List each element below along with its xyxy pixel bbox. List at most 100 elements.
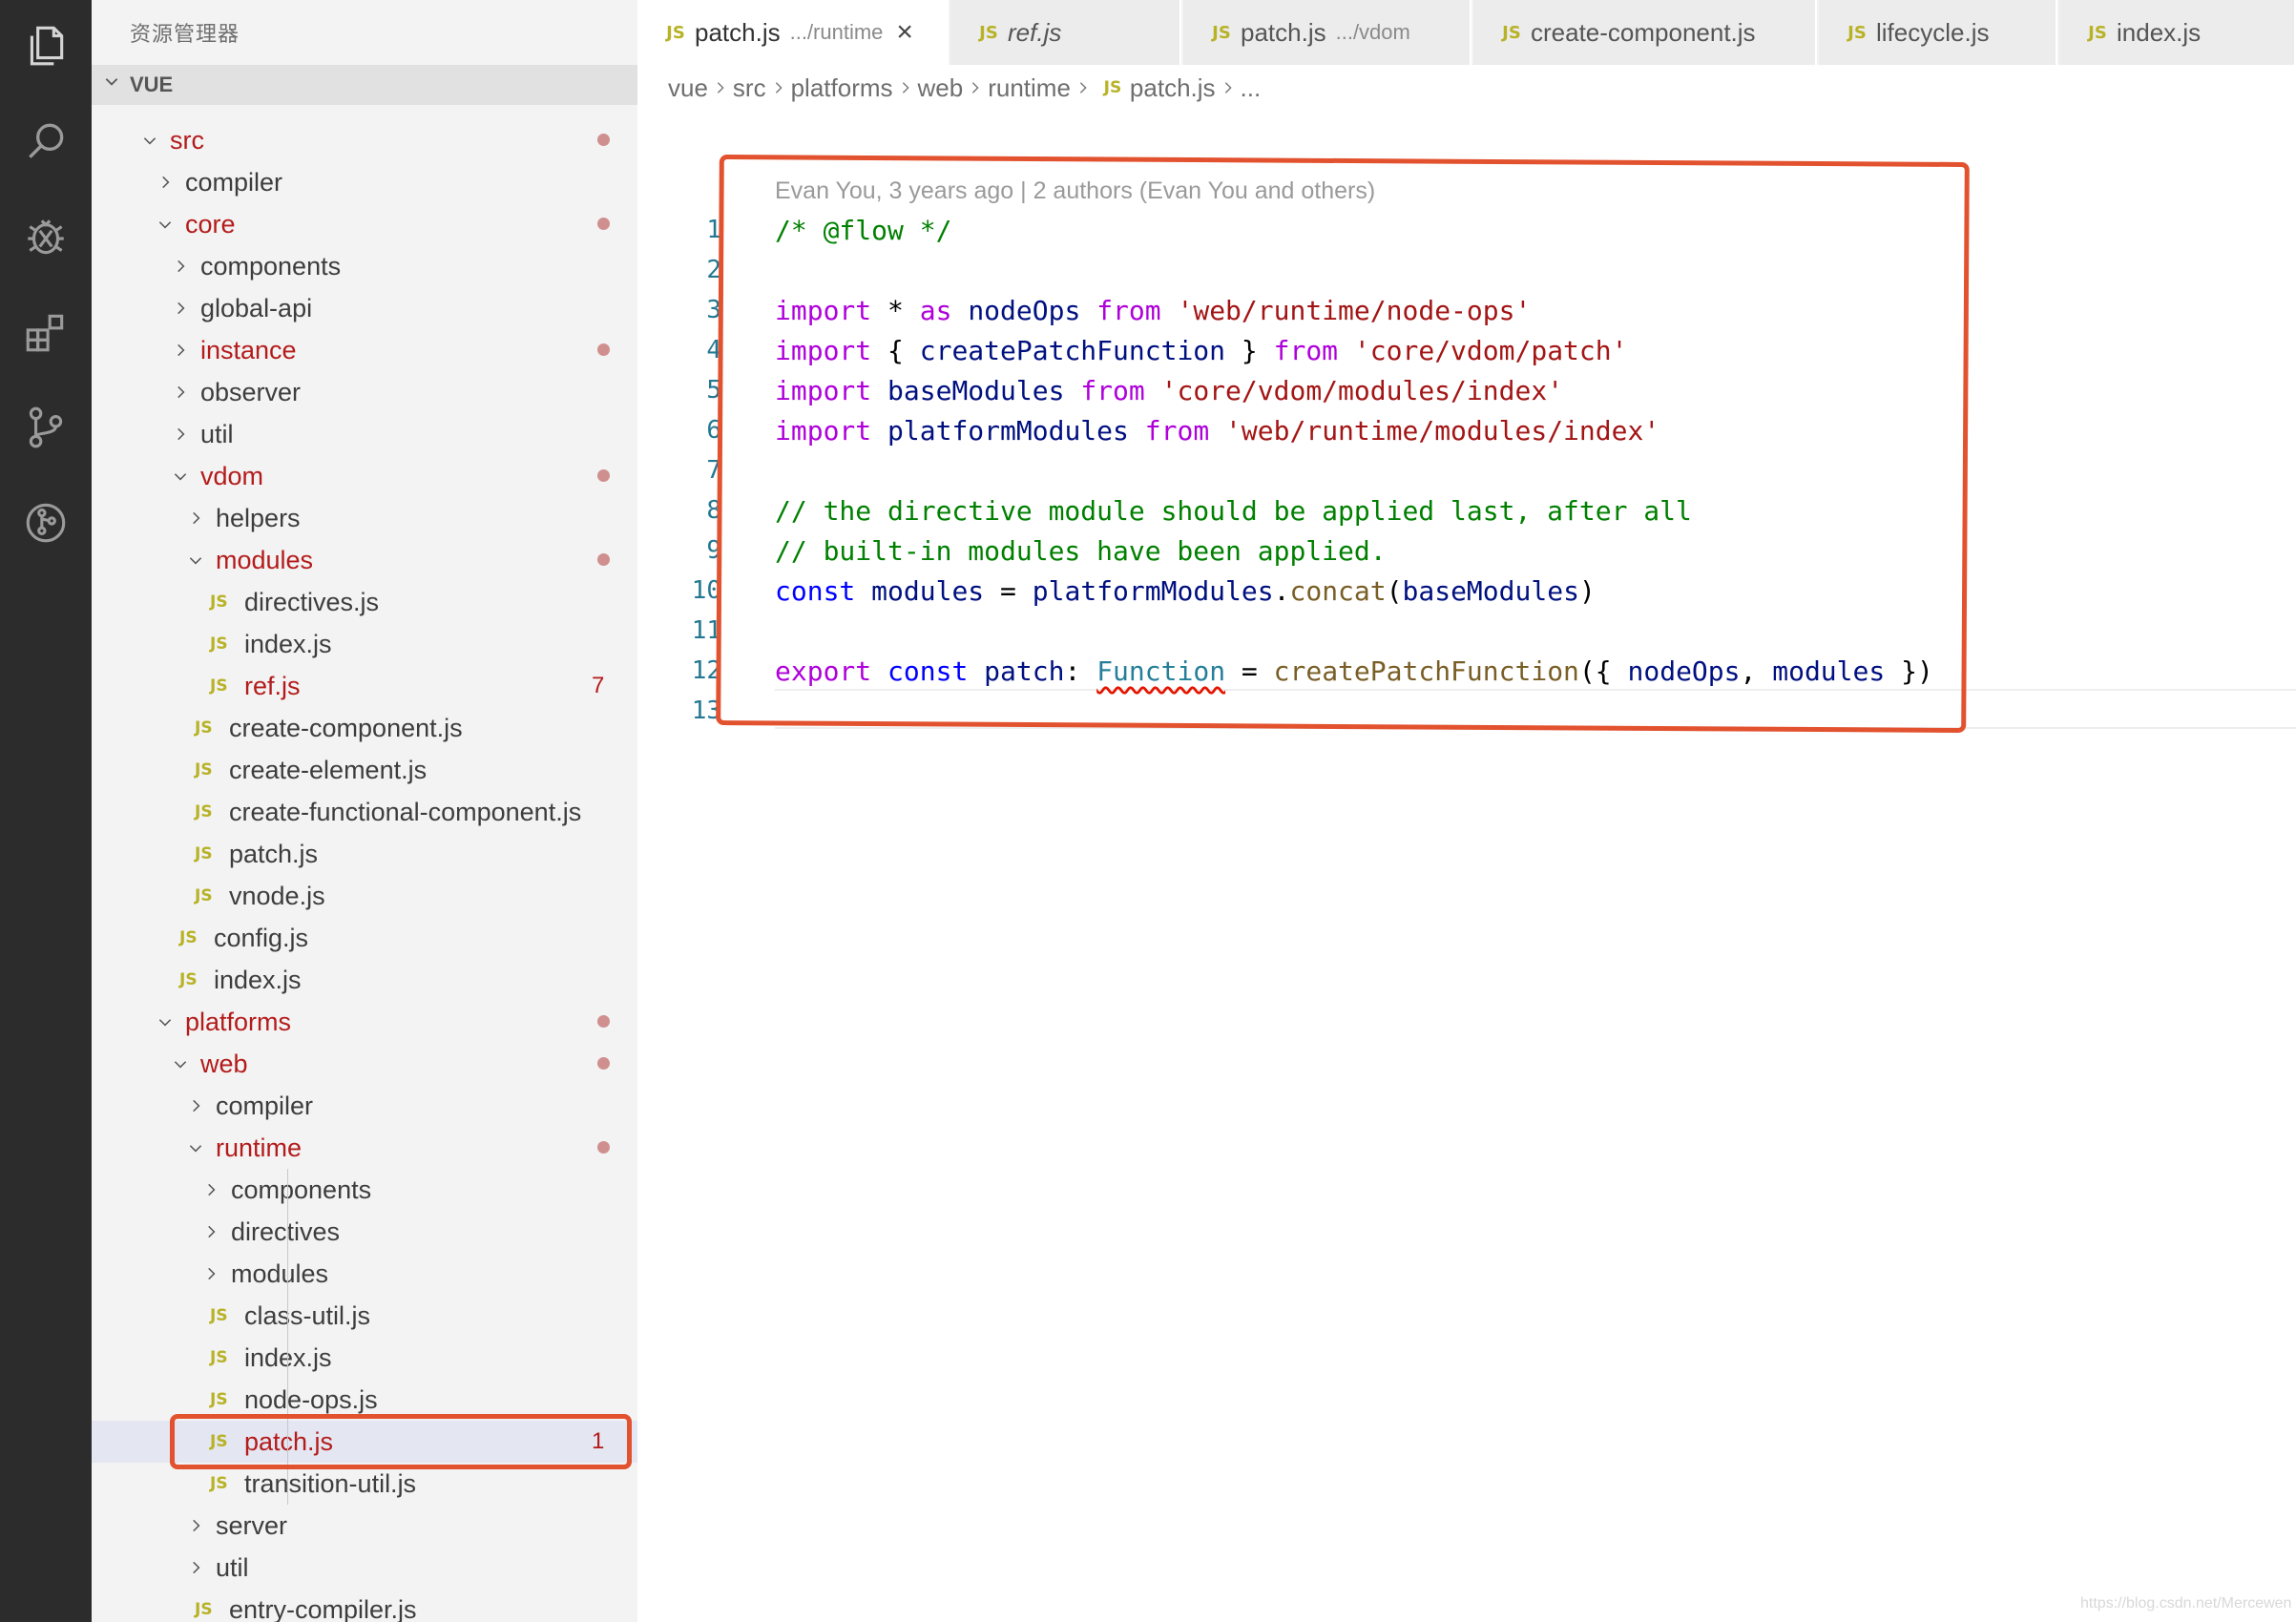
tab-label: ref.js: [1008, 17, 1062, 47]
tree-folder[interactable]: runtime: [92, 1127, 637, 1169]
tree-folder[interactable]: helpers: [92, 497, 637, 539]
tree-folder[interactable]: web: [92, 1043, 637, 1085]
sidebar-title: 资源管理器: [130, 22, 240, 46]
tree-folder[interactable]: components: [92, 1169, 637, 1211]
tree-item-clipped[interactable]: scripts: [92, 105, 637, 116]
breadcrumb-item[interactable]: vue: [668, 73, 708, 103]
editor-tab[interactable]: JS patch.js .../runtime ×: [637, 0, 949, 65]
tree-file[interactable]: JS vnode.js: [92, 875, 637, 917]
tree-item-label: modules: [216, 545, 314, 574]
tree-item-label: index.js: [214, 965, 302, 994]
tree-folder[interactable]: core: [92, 203, 637, 245]
tab-description: .../vdom: [1335, 20, 1410, 44]
chevron-down-icon: [181, 546, 210, 574]
tree-folder[interactable]: modules: [92, 539, 637, 581]
chevron-right-icon: [181, 1092, 210, 1120]
tree-file[interactable]: JS config.js: [92, 917, 637, 959]
js-file-icon: JS: [1103, 78, 1122, 97]
tree-folder[interactable]: util: [92, 1547, 637, 1589]
tree-file[interactable]: JS index.js: [92, 959, 637, 1001]
chevron-right-icon: [181, 1511, 210, 1540]
tree-file[interactable]: JS create-functional-component.js: [92, 791, 637, 833]
tree-file[interactable]: JS create-component.js: [92, 707, 637, 749]
modified-dot: [597, 1057, 610, 1070]
modified-dot: [597, 469, 610, 482]
breadcrumb-item[interactable]: runtime: [988, 73, 1071, 103]
chevron-down-icon: [166, 1050, 195, 1078]
editor-tab[interactable]: JS index.js: [2059, 0, 2296, 65]
tree-item-label: helpers: [216, 503, 301, 532]
modified-dot: [597, 218, 610, 230]
tree-file[interactable]: JS index.js: [92, 623, 637, 665]
editor-tab[interactable]: JS patch.js .../vdom: [1183, 0, 1472, 65]
tree-folder[interactable]: platforms: [92, 1001, 637, 1043]
tree-item-label: modules: [231, 1258, 329, 1288]
editor-tab[interactable]: JS ref.js: [950, 0, 1181, 65]
tree-folder[interactable]: server: [92, 1505, 637, 1547]
chevron-right-icon: [1216, 81, 1241, 94]
git-graph-icon[interactable]: [0, 477, 92, 569]
tree-item-label: scripts: [168, 105, 242, 106]
tree-folder[interactable]: directives: [92, 1211, 637, 1253]
modified-dot: [597, 134, 610, 146]
close-icon[interactable]: ×: [896, 18, 913, 47]
modified-dot: [597, 553, 610, 566]
tab-label: patch.js: [1241, 17, 1326, 47]
breadcrumb-item[interactable]: platforms: [791, 73, 893, 103]
line-number: 1: [706, 216, 721, 244]
tree-file[interactable]: JS directives.js: [92, 581, 637, 623]
tab-label: lifecycle.js: [1876, 17, 1990, 47]
line-number: 12: [691, 656, 721, 685]
tree-folder[interactable]: compiler: [92, 161, 637, 203]
chevron-right-icon: [181, 1553, 210, 1582]
extensions-icon[interactable]: [0, 286, 92, 378]
chevron-right-icon: [893, 81, 918, 94]
tree-folder[interactable]: util: [92, 413, 637, 455]
tree-item-label: transition-util.js: [244, 1468, 417, 1498]
tree-folder[interactable]: global-api: [92, 287, 637, 329]
chevron-right-icon: [197, 1217, 225, 1246]
tree-file[interactable]: JS index.js: [92, 1337, 637, 1379]
breadcrumb-item[interactable]: patch.js: [1130, 73, 1216, 103]
tree-folder[interactable]: modules: [92, 1253, 637, 1295]
js-file-icon: JS: [195, 844, 213, 863]
line-number: 8: [706, 496, 721, 525]
tree-folder[interactable]: vdom: [92, 455, 637, 497]
search-icon[interactable]: [0, 95, 92, 187]
tree-folder[interactable]: components: [92, 245, 637, 287]
line-number: 10: [691, 576, 721, 605]
tree-item-label: components: [200, 251, 342, 281]
tree-folder[interactable]: src: [92, 119, 637, 161]
source-control-icon[interactable]: [0, 382, 92, 473]
tree-file[interactable]: JS patch.js: [92, 833, 637, 875]
debug-icon[interactable]: [0, 191, 92, 282]
js-file-icon: JS: [210, 593, 228, 612]
files-icon[interactable]: [0, 0, 92, 92]
editor-tab[interactable]: JS create-component.js: [1473, 0, 1817, 65]
tree-file[interactable]: JS ref.js 7: [92, 665, 637, 707]
tree-file[interactable]: JS entry-compiler.js: [92, 1589, 637, 1622]
tree-file[interactable]: JS class-util.js: [92, 1295, 637, 1337]
modified-dot: [597, 343, 610, 356]
tree-folder[interactable]: observer: [92, 371, 637, 413]
tree-folder[interactable]: instance: [92, 329, 637, 371]
tree-file[interactable]: JS create-element.js: [92, 749, 637, 791]
tree-item-label: util: [216, 1552, 249, 1582]
explorer-section-header[interactable]: VUE: [92, 65, 637, 105]
js-file-icon: JS: [195, 718, 213, 738]
tree-item-label: create-functional-component.js: [229, 797, 582, 826]
tree-item-label: compiler: [216, 1091, 314, 1120]
tree-item-label: runtime: [216, 1133, 303, 1162]
file-tree: src compiler core components global-api insta…: [92, 119, 637, 1622]
tree-folder[interactable]: compiler: [92, 1085, 637, 1127]
tree-item-label: src: [170, 125, 204, 155]
tree-item-label: vdom: [200, 461, 264, 490]
tree-item-label: global-api: [200, 293, 313, 322]
editor-tab[interactable]: JS lifecycle.js: [1819, 0, 2057, 65]
tree-item-label: platforms: [185, 1007, 292, 1036]
js-file-icon: JS: [210, 634, 228, 654]
breadcrumb-item[interactable]: web: [918, 73, 964, 103]
breadcrumb-item[interactable]: ...: [1241, 73, 1262, 103]
breadcrumb-item[interactable]: src: [733, 73, 766, 103]
js-file-icon: JS: [195, 802, 213, 821]
